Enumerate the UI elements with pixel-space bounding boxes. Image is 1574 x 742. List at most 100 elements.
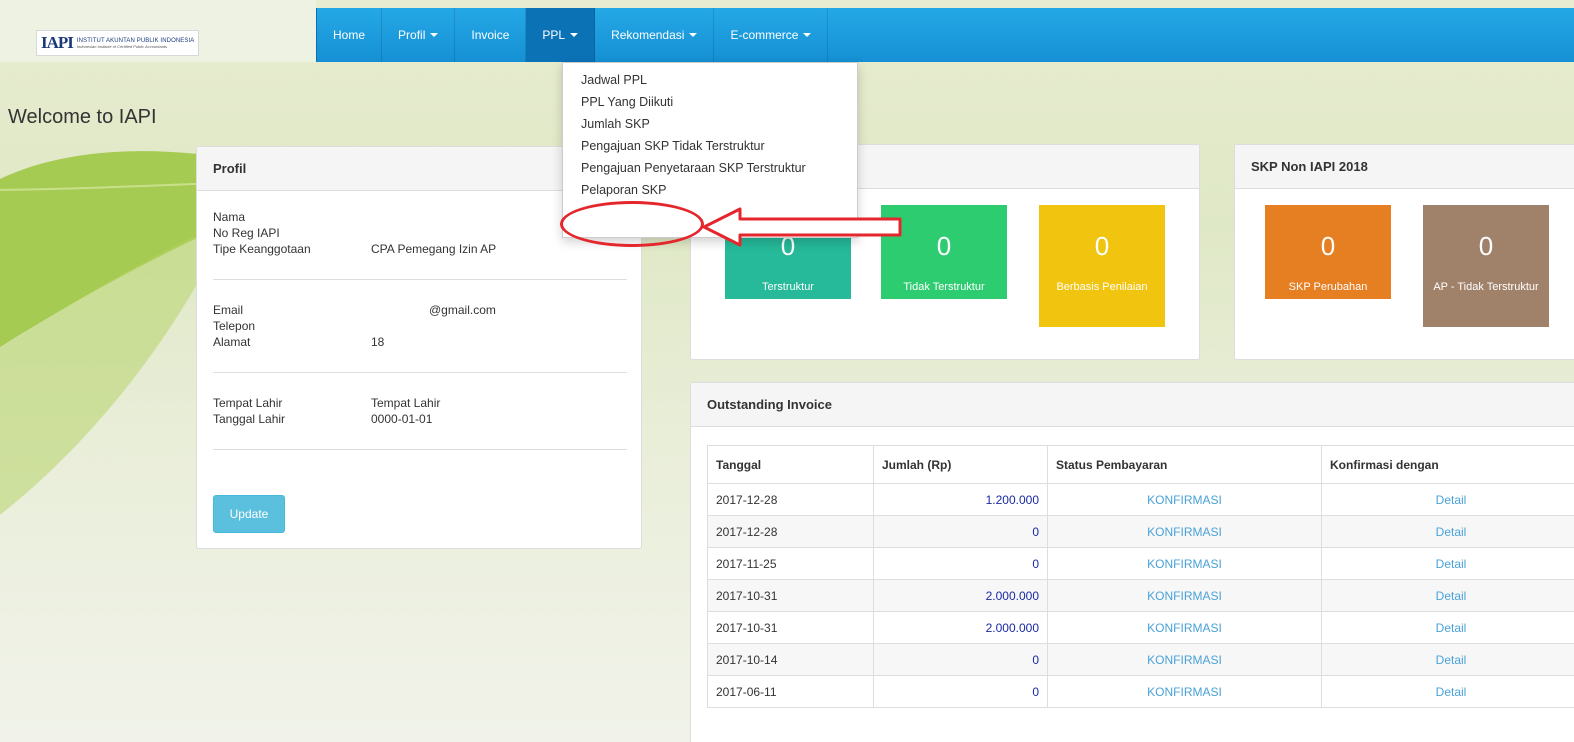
cell-tanggal: 2017-10-14 [707,643,874,676]
update-button[interactable]: Update [213,495,285,533]
outstanding-invoice-panel: Outstanding Invoice Tanggal Jumlah (Rp) … [690,382,1574,742]
tile-skp-perubahan[interactable]: 0 SKP Perubahan [1265,205,1391,299]
profil-row: Tanggal Lahir 0000-01-01 [197,411,641,427]
profil-row: Telepon [197,318,641,334]
profil-value: 0000-01-01 [371,412,433,426]
profil-group-birth: Tempat Lahir Tempat Lahir Tanggal Lahir 00… [197,385,641,427]
konfirmasi-link[interactable]: KONFIRMASI [1047,483,1322,516]
cell-tanggal: 2017-10-31 [707,611,874,644]
konfirmasi-link[interactable]: KONFIRMASI [1047,675,1322,708]
profil-label: Nama [213,210,246,224]
profil-label: Tanggal Lahir [213,412,286,426]
menu-item-pengajuan-penyetaraan-skp[interactable]: Pengajuan Penyetaraan SKP Terstruktur [563,157,857,179]
tile-label: AP - Tidak Terstruktur [1433,281,1539,293]
profil-row: Alamat 18 [197,334,641,350]
nav-rekomendasi[interactable]: Rekomendasi [595,8,715,62]
cell-jumlah: 1.200.000 [873,483,1048,516]
divider [213,449,627,450]
detail-link[interactable]: Detail [1321,675,1574,708]
cell-jumlah: 0 [873,547,1048,580]
nav-profil[interactable]: Profil [382,8,456,62]
tile-ap-tidak-terstruktur[interactable]: 0 AP - Tidak Terstruktur [1423,205,1549,327]
tile-label: Berbasis Penilaian [1056,281,1148,293]
profil-row: Email @gmail.com [197,302,641,318]
cell-tanggal: 2017-10-31 [707,579,874,612]
profil-label: Alamat [213,335,251,349]
logo-text: INSTITUT AKUNTAN PUBLIK INDONESIA Indone… [77,38,194,49]
detail-link[interactable]: Detail [1321,547,1574,580]
ppl-dropdown-menu: Jadwal PPL PPL Yang Diikuti Jumlah SKP P… [562,62,858,238]
profil-label: Tipe Keanggotaan [213,242,311,256]
nav-invoice[interactable]: Invoice [455,8,527,62]
profil-group-contact: Email @gmail.com Telepon Alamat 18 [197,292,641,350]
chevron-down-icon [570,33,579,37]
nav-ecommerce[interactable]: E-commerce [714,8,829,62]
profil-value [371,318,641,334]
profil-value: @gmail.com [429,303,496,317]
invoice-table: Tanggal Jumlah (Rp) Status Pembayaran Ko… [707,445,1574,708]
cell-jumlah: 0 [873,515,1048,548]
profil-value: 18 [371,335,385,349]
cell-jumlah: 0 [873,675,1048,708]
table-row: 2017-10-31 2.000.000 KONFIRMASI Detail [707,611,1574,644]
table-row: 2017-12-28 0 KONFIRMASI Detail [707,515,1574,548]
menu-item-pengajuan-skp-tidak-terstruktur[interactable]: Pengajuan SKP Tidak Terstruktur [563,135,857,157]
menu-item-ppl-yang-diikuti[interactable]: PPL Yang Diikuti [563,91,857,113]
chevron-down-icon [689,33,698,37]
tile-berbasis-penilaian[interactable]: 0 Berbasis Penilaian [1039,205,1165,327]
profil-label: Email [213,303,244,317]
menu-item-jadwal-ppl[interactable]: Jadwal PPL [563,69,857,91]
profil-value: CPA Pemegang Izin AP [371,242,497,256]
cell-jumlah: 2.000.000 [873,611,1048,644]
cell-tanggal: 2017-11-25 [707,547,874,580]
konfirmasi-link[interactable]: KONFIRMASI [1047,611,1322,644]
detail-link[interactable]: Detail [1321,579,1574,612]
profil-label: No Reg IAPI [213,226,280,240]
profil-value: Tempat Lahir [371,396,441,410]
profil-label: Telepon [213,319,256,333]
skp-non-panel-title: SKP Non IAPI 2018 [1235,145,1574,189]
cell-tanggal: 2017-12-28 [707,483,874,516]
menu-item-jumlah-skp[interactable]: Jumlah SKP [563,113,857,135]
detail-link[interactable]: Detail [1321,483,1574,516]
nav-ppl[interactable]: PPL [526,8,596,62]
invoice-panel-title: Outstanding Invoice [691,383,1574,427]
nav-home[interactable]: Home [317,8,383,62]
cell-tanggal: 2017-06-11 [707,675,874,708]
profil-row: Tempat Lahir Tempat Lahir [197,395,641,411]
page-title: Welcome to IAPI [8,106,157,128]
col-konfirmasi: Konfirmasi dengan [1321,445,1574,484]
table-row: 2017-11-25 0 KONFIRMASI Detail [707,547,1574,580]
table-row: 2017-10-31 2.000.000 KONFIRMASI Detail [707,579,1574,612]
konfirmasi-link[interactable]: KONFIRMASI [1047,547,1322,580]
table-row: 2017-12-28 1.200.000 KONFIRMASI Detail [707,483,1574,516]
konfirmasi-link[interactable]: KONFIRMASI [1047,579,1322,612]
divider [213,279,627,280]
col-tanggal: Tanggal [707,445,874,484]
detail-link[interactable]: Detail [1321,515,1574,548]
tile-tidak-terstruktur[interactable]: 0 Tidak Terstruktur [881,205,1007,299]
divider [213,372,627,373]
logo-area: IAPI INSTITUT AKUNTAN PUBLIK INDONESIA I… [0,0,316,62]
tile-value: 0 [1478,231,1494,261]
tile-value: 0 [1094,231,1110,261]
iapi-logo[interactable]: IAPI INSTITUT AKUNTAN PUBLIK INDONESIA I… [36,30,200,56]
profil-row: Tipe Keanggotaan CPA Pemegang Izin AP [197,241,641,257]
main-navbar: Home Profil Invoice PPL Rekomendasi E-co… [316,8,1574,62]
col-jumlah: Jumlah (Rp) [873,445,1048,484]
konfirmasi-link[interactable]: KONFIRMASI [1047,515,1322,548]
detail-link[interactable]: Detail [1321,643,1574,676]
skp-non-iapi-panel: SKP Non IAPI 2018 0 SKP Perubahan 0 AP -… [1234,144,1574,360]
chevron-down-icon [430,33,439,37]
cell-jumlah: 2.000.000 [873,579,1048,612]
konfirmasi-link[interactable]: KONFIRMASI [1047,643,1322,676]
logo-tagline: Indonesian Institute of Certified Public… [76,43,168,49]
chevron-down-icon [803,33,812,37]
cell-jumlah: 0 [873,643,1048,676]
detail-link[interactable]: Detail [1321,611,1574,644]
cell-tanggal: 2017-12-28 [707,515,874,548]
table-header-row: Tanggal Jumlah (Rp) Status Pembayaran Ko… [707,445,1574,484]
menu-item-pelaporan-skp[interactable]: Pelaporan SKP [563,179,857,201]
tile-label: SKP Perubahan [1288,281,1368,293]
tile-label: Terstruktur [762,281,814,293]
